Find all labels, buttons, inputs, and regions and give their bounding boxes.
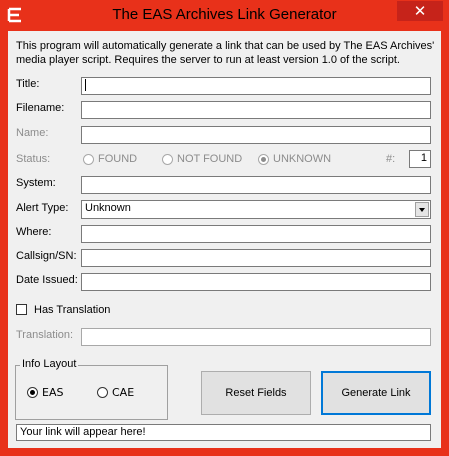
info-layout-group: Info Layout EAS CAE xyxy=(15,358,168,420)
count-label: #: xyxy=(386,153,396,165)
status-label: Status: xyxy=(16,153,51,165)
radio-icon xyxy=(83,153,94,165)
chevron-down-icon[interactable] xyxy=(415,202,429,217)
layout-cae-label: CAE xyxy=(112,385,135,399)
application-window: The EAS Archives Link Generator ✕ This p… xyxy=(0,0,449,456)
close-button[interactable]: ✕ xyxy=(397,1,443,21)
radio-selected-icon xyxy=(27,386,38,398)
status-not-found-label: NOT FOUND xyxy=(177,153,243,166)
layout-eas-label: EAS xyxy=(42,385,64,399)
layout-eas-radio[interactable]: EAS xyxy=(27,385,63,399)
status-not-found-radio[interactable]: NOT FOUND xyxy=(162,153,242,165)
status-found-label: FOUND xyxy=(98,153,138,166)
window-title: The EAS Archives Link Generator xyxy=(112,6,337,23)
alert-type-value: Unknown xyxy=(85,202,131,214)
date-issued-input[interactable] xyxy=(81,273,431,291)
info-layout-title: Info Layout xyxy=(20,358,79,370)
link-output-field[interactable]: Your link will appear here! xyxy=(16,424,431,441)
radio-icon xyxy=(162,153,173,165)
filename-input[interactable] xyxy=(81,101,431,119)
where-label: Where: xyxy=(16,226,52,238)
reset-fields-button[interactable]: Reset Fields xyxy=(201,371,311,415)
translation-label: Translation: xyxy=(16,329,74,341)
layout-cae-radio[interactable]: CAE xyxy=(97,385,134,399)
translation-input[interactable] xyxy=(81,328,431,346)
status-unknown-radio[interactable]: UNKNOWN xyxy=(258,153,331,165)
has-translation-checkbox[interactable] xyxy=(16,304,27,315)
callsign-label: Callsign/SN: xyxy=(16,250,77,262)
alert-type-select[interactable]: Unknown xyxy=(81,200,431,219)
title-label: Title: xyxy=(16,78,40,90)
count-input[interactable]: 1 xyxy=(409,150,431,168)
title-input[interactable] xyxy=(81,77,431,95)
radio-icon xyxy=(97,386,108,398)
generate-link-button[interactable]: Generate Link xyxy=(321,371,431,415)
alert-type-label: Alert Type: xyxy=(16,202,69,214)
date-issued-label: Date Issued: xyxy=(16,274,78,286)
filename-label: Filename: xyxy=(16,102,65,114)
callsign-input[interactable] xyxy=(81,249,431,267)
text-caret xyxy=(85,79,86,92)
system-label: System: xyxy=(16,177,56,189)
has-translation-label[interactable]: Has Translation xyxy=(34,304,110,316)
status-found-radio[interactable]: FOUND xyxy=(83,153,137,165)
system-input[interactable] xyxy=(81,176,431,194)
name-label: Name: xyxy=(16,127,49,139)
name-input[interactable] xyxy=(81,126,431,144)
description-text: This program will automatically generate… xyxy=(16,40,435,66)
client-area: This program will automatically generate… xyxy=(8,31,441,448)
status-unknown-label: UNKNOWN xyxy=(273,153,332,166)
title-bar[interactable]: The EAS Archives Link Generator ✕ xyxy=(0,0,449,31)
where-input[interactable] xyxy=(81,225,431,243)
radio-selected-icon xyxy=(258,153,269,165)
